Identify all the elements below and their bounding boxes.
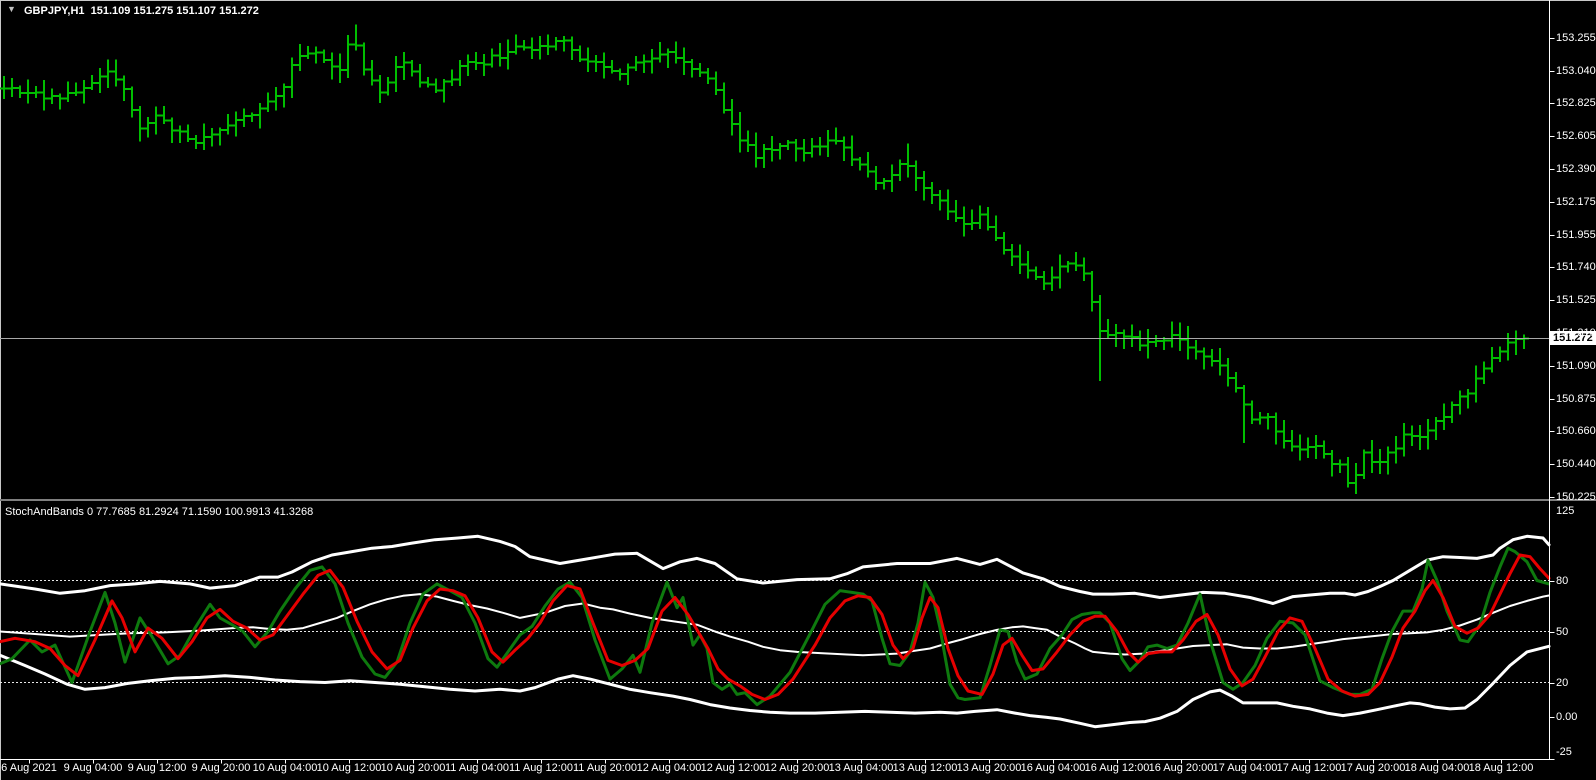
chart-dropdown-triangle-icon[interactable]: ▼: [7, 4, 16, 14]
ohlc-bars: [0, 24, 1529, 495]
lower-band-line: [0, 644, 1551, 729]
panel-separator[interactable]: [0, 499, 1596, 501]
symbol-ohlc-title: GBPJPY,H1 151.109 151.275 151.107 151.27…: [24, 5, 259, 17]
mt4-chart-window: ▼ GBPJPY,H1 151.109 151.275 151.107 151.…: [0, 0, 1596, 780]
upper-band-line: [0, 534, 1551, 605]
bar-open-ticks: [0, 39, 1524, 485]
stochastic-main-line: [0, 546, 1551, 707]
indicator-values-label: StochAndBands 0 77.7685 81.2924 71.1590 …: [5, 506, 314, 518]
bid-price-box: 151.272: [1550, 331, 1596, 345]
chart-canvas[interactable]: [0, 0, 1596, 780]
bar-close-ticks: [4, 39, 1529, 485]
